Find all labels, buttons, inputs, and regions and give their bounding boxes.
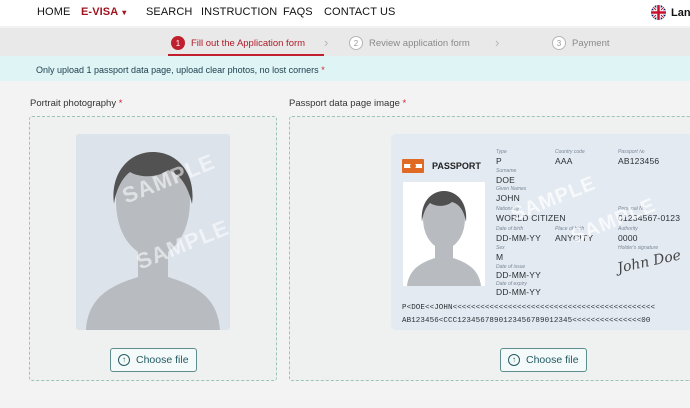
nav-contact-us[interactable]: CONTACT US	[324, 6, 396, 18]
notice-text: Only upload 1 passport data page, upload…	[36, 65, 325, 75]
nav-search[interactable]: SEARCH	[146, 6, 192, 18]
country-code-label: Country code	[555, 149, 585, 155]
passport-title: PASSPORT	[432, 161, 481, 171]
expiry-value: DD-MM-YY	[496, 287, 542, 297]
dob-label: Date of birth	[496, 226, 524, 232]
sex-label: Sex	[496, 245, 505, 251]
authority-value: 0000	[618, 233, 638, 243]
progress-stepper: 1 Fill out the Application form › 2 Revi…	[0, 28, 690, 56]
mrz-line-2: AB123456<CCC1234567890123456789012345<<<…	[402, 317, 651, 325]
upload-arrow-icon: ↑	[508, 354, 520, 366]
passport-label: Passport data page image *	[289, 98, 407, 109]
step-label: Fill out the Application form	[191, 37, 306, 49]
step-label: Payment	[572, 37, 610, 49]
choose-file-label: Choose file	[136, 354, 189, 366]
language-label: Lan	[671, 6, 690, 19]
upload-notice: Only upload 1 passport data page, upload…	[0, 56, 690, 81]
dob-value: DD-MM-YY	[496, 233, 542, 243]
nav-faqs[interactable]: FAQS	[283, 6, 313, 18]
passport-photo	[403, 182, 485, 286]
choose-file-label: Choose file	[526, 354, 579, 366]
passport-header: PASSPORT	[402, 159, 481, 173]
passport-no-value: AB123456	[618, 156, 660, 166]
type-label: Type	[496, 149, 507, 155]
step-payment[interactable]: 3 Payment	[552, 36, 610, 50]
given-names-label: Given Names	[496, 186, 527, 192]
portrait-label: Portrait photography *	[30, 98, 123, 109]
step-label: Review application form	[369, 37, 470, 49]
issue-value: DD-MM-YY	[496, 270, 542, 280]
holder-signature: John Doe	[616, 247, 683, 277]
passport-no-label: Passport №	[618, 149, 645, 155]
surname-value: DOE	[496, 175, 516, 185]
nav-home[interactable]: HOME	[37, 6, 70, 18]
upload-arrow-icon: ↑	[118, 354, 130, 366]
nav-evisa[interactable]: E-VISA ▾	[81, 6, 126, 18]
mrz-line-1: P<DOE<<JOHN<<<<<<<<<<<<<<<<<<<<<<<<<<<<<…	[402, 304, 656, 312]
passport-silhouette-graphic	[403, 182, 485, 286]
step-number: 1	[171, 36, 185, 50]
country-code-value: AAA	[555, 156, 573, 166]
language-selector[interactable]: Lan	[651, 5, 690, 20]
uk-flag-icon	[651, 5, 666, 20]
passport-sample-image: PASSPORT Type P Country code AAA Passpor…	[391, 134, 690, 330]
step-number: 3	[552, 36, 566, 50]
step-number: 2	[349, 36, 363, 50]
portrait-sample-image: SAMPLE SAMPLE	[76, 134, 230, 330]
nav-instruction[interactable]: INSTRUCTION	[201, 6, 277, 18]
chevron-right-icon: ›	[495, 35, 500, 50]
top-navigation: HOME E-VISA ▾ SEARCH INSTRUCTION FAQS CON…	[0, 0, 690, 26]
nav-evisa-label: E-VISA	[81, 6, 119, 18]
chevron-down-icon: ▾	[122, 8, 127, 17]
step-fill-application[interactable]: 1 Fill out the Application form	[171, 36, 305, 50]
passport-emblem-icon	[402, 159, 424, 173]
portrait-choose-file-button[interactable]: ↑ Choose file	[110, 348, 197, 372]
type-value: P	[496, 156, 502, 166]
signature-label: Holder's signature	[618, 245, 659, 251]
chevron-right-icon: ›	[324, 35, 329, 50]
sex-value: M	[496, 252, 504, 262]
passport-choose-file-button[interactable]: ↑ Choose file	[500, 348, 587, 372]
surname-label: Surname	[496, 168, 517, 174]
step-review-application[interactable]: 2 Review application form	[349, 36, 470, 50]
